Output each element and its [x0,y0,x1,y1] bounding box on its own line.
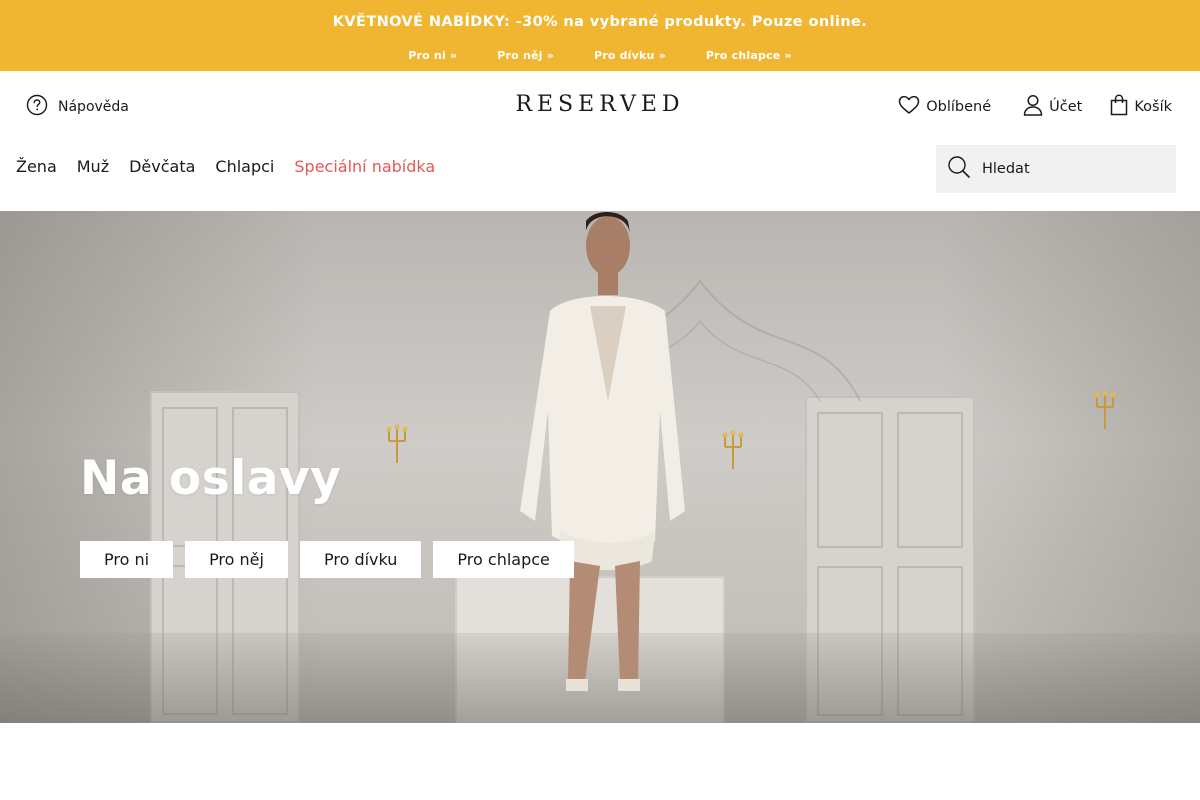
search-box[interactable] [936,145,1176,193]
logo-text[interactable]: RESERVED [515,92,684,117]
nav-item-boys[interactable]: Chlapci [215,157,274,176]
hero-title: Na oslavy [80,451,342,506]
nav-item-girls[interactable]: Děvčata [129,157,195,176]
account-label: Účet [1049,99,1083,115]
hero-door-panel [817,412,883,548]
hero-door-panel [897,412,963,548]
favorites-link[interactable]: Oblíbené [898,95,991,119]
promo-link-for-him[interactable]: Pro něj » [497,49,554,62]
hero-banner[interactable]: Na oslavy Pro ni Pro něj Pro dívku Pro c… [0,211,1200,723]
promo-bar: KVĚTNOVÉ NABÍDKY: -30% na vybrané produk… [0,0,1200,71]
nav-item-women[interactable]: Žena [16,157,57,176]
user-icon [1023,94,1043,120]
hero-button-for-boy[interactable]: Pro chlapce [433,541,574,578]
search-icon[interactable] [946,154,972,184]
shopping-bag-icon [1110,94,1128,120]
question-circle-icon [26,94,48,120]
promo-link-for-girl[interactable]: Pro dívku » [594,49,666,62]
search-input[interactable] [982,161,1162,177]
hero-button-for-her[interactable]: Pro ni [80,541,174,578]
nav-item-men[interactable]: Muž [77,157,109,176]
hero-model-figure [520,212,685,691]
favorites-label: Oblíbené [926,99,992,115]
promo-link-for-her[interactable]: Pro ni » [408,49,457,62]
promo-links: Pro ni » Pro něj » Pro dívku » Pro chlap… [0,49,1200,62]
help-label: Nápověda [58,99,129,115]
nav-item-special-offer[interactable]: Speciální nabídka [294,157,435,176]
promo-headline: KVĚTNOVÉ NABÍDKY: -30% na vybrané produk… [332,14,868,30]
hero-button-for-him[interactable]: Pro něj [185,541,288,578]
hero-buttons: Pro ni Pro něj Pro dívku Pro chlapce [80,541,574,578]
promo-link-for-boy[interactable]: Pro chlapce » [706,49,792,62]
cart-link[interactable]: Košík [1110,94,1172,120]
hero-button-for-girl[interactable]: Pro dívku [299,541,422,578]
account-link[interactable]: Účet [1023,94,1082,120]
hero-sconce [1094,390,1116,429]
help-link[interactable]: Nápověda [26,94,129,120]
cart-label: Košík [1134,99,1172,115]
main-nav: Žena Muž Děvčata Chlapci Speciální nabíd… [16,157,435,176]
heart-icon [898,95,920,119]
hero-sconce [386,424,408,463]
header-actions: Oblíbené Účet Košík [898,94,1172,120]
hero-sconce [722,430,744,469]
